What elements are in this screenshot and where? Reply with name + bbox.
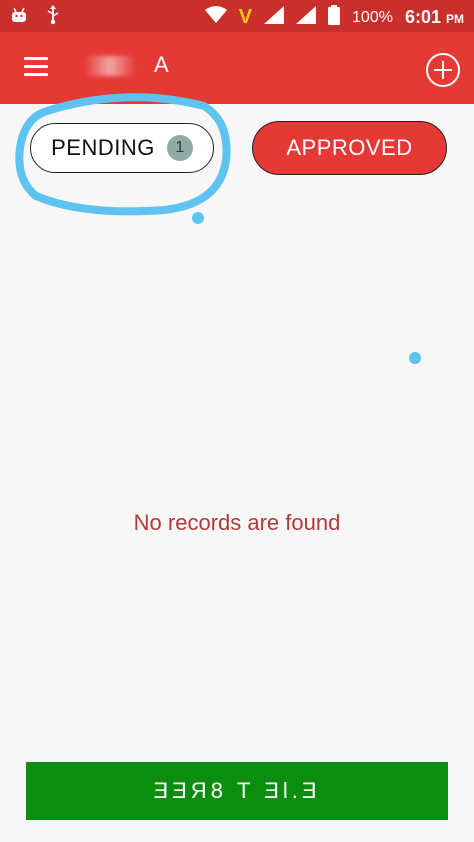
bottom-action-label: ƎƎЯ8 T ƎƖ.Ǝ: [153, 778, 321, 803]
app-bar: A: [0, 32, 474, 104]
wifi-icon: [204, 6, 227, 29]
clock-time: 6:01: [404, 7, 441, 27]
android-icon: [10, 6, 28, 29]
battery-percent: 100%: [352, 8, 393, 26]
annotation-dot: [192, 212, 204, 224]
bottom-action-button[interactable]: ƎƎЯ8 T ƎƖ.Ǝ: [26, 762, 448, 820]
clock-ampm: PM: [446, 12, 464, 26]
add-icon[interactable]: [426, 53, 460, 87]
tab-approved-label: APPROVED: [286, 135, 413, 160]
annotation-dot: [409, 352, 421, 364]
usb-icon: [46, 5, 60, 30]
tab-approved[interactable]: APPROVED: [252, 121, 447, 175]
battery-icon: [328, 5, 341, 30]
status-bar: V 100% 6:01 PM: [0, 0, 474, 32]
tab-pending-label: PENDING: [51, 135, 155, 160]
clock: 6:01 PM: [405, 7, 464, 28]
redacted-title: [84, 56, 136, 77]
app-title: A: [84, 52, 170, 78]
pending-count-badge: 1: [166, 135, 193, 161]
signal-icon-2: [296, 6, 317, 29]
empty-state-message: No records are found: [133, 510, 341, 535]
carrier-icon: V: [238, 6, 253, 28]
signal-icon: [264, 6, 285, 29]
tab-pending[interactable]: PENDING 1: [30, 123, 214, 173]
app-title-text: A: [154, 52, 170, 77]
menu-icon[interactable]: [24, 57, 48, 77]
